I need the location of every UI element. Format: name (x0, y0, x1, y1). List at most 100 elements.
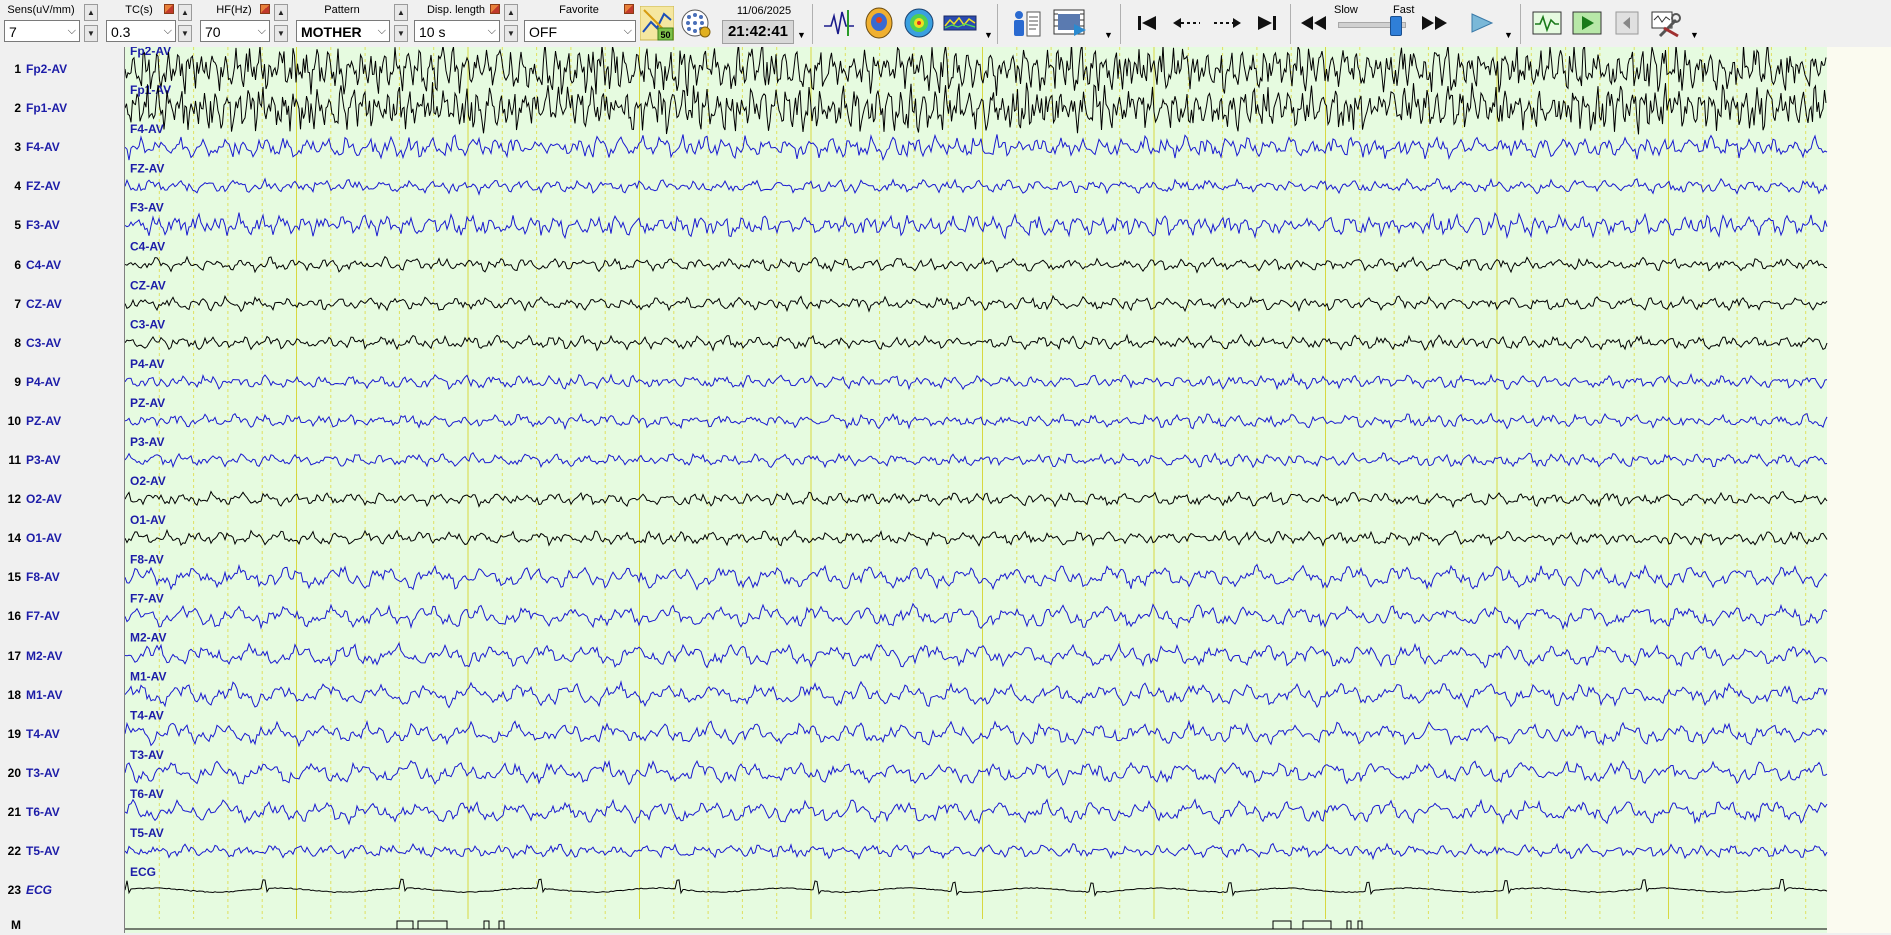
display-length-spinner[interactable]: ▲ ▼ (504, 4, 518, 42)
patient-info-icon (1014, 11, 1041, 37)
edit-icon[interactable] (490, 4, 500, 14)
channel-row[interactable]: 5 F3-AV (0, 215, 124, 235)
channel-name: F4-AV (26, 140, 60, 155)
chevron-down-icon[interactable]: ▼ (797, 30, 806, 40)
toolbar-separator (997, 4, 998, 44)
channel-row[interactable]: 22 T5-AV (0, 841, 124, 861)
patient-info-button[interactable] (1008, 6, 1041, 40)
head-map-button[interactable] (862, 6, 894, 40)
skip-to-start-button[interactable] (1130, 6, 1162, 40)
channel-number: 12 (7, 492, 21, 507)
chevron-down-icon[interactable]: ▼ (1104, 30, 1113, 40)
channel-row[interactable]: 2 Fp1-AV (0, 98, 124, 118)
video-button[interactable] (1052, 6, 1092, 40)
display-length-select[interactable]: 10 s ⌵ (414, 20, 500, 42)
play-button[interactable] (1464, 6, 1496, 40)
spin-down-icon[interactable]: ▼ (504, 25, 518, 42)
chevron-down-icon[interactable]: ▼ (1504, 30, 1513, 40)
notch-filter-button[interactable]: 50 (639, 5, 675, 41)
favorite-label: Favorite (559, 4, 599, 16)
edit-icon[interactable] (624, 4, 634, 14)
fast-forward-button[interactable] (1418, 6, 1450, 40)
toolbar-separator (1520, 4, 1521, 44)
trace-channel-label: ECG (130, 865, 156, 879)
channel-row[interactable]: 1 Fp2-AV (0, 59, 124, 79)
speed-fast-label: Fast (1393, 4, 1415, 16)
channel-number: 4 (14, 179, 21, 194)
sensitivity-control: Sens(uV/mm) 7 ⌵ ▲ ▼ (0, 0, 100, 47)
high-filter-spinner[interactable]: ▲ ▼ (274, 4, 288, 42)
chevron-down-icon[interactable]: ▼ (984, 30, 993, 40)
channel-row[interactable]: 7 CZ-AV (0, 294, 124, 314)
spin-down-icon[interactable]: ▼ (84, 25, 98, 42)
channel-row[interactable]: 19 T4-AV (0, 724, 124, 744)
marker-label: M (11, 918, 21, 932)
time-constant-spinner[interactable]: ▲ ▼ (178, 4, 192, 42)
sensitivity-label: Sens(uV/mm) (7, 4, 75, 16)
favorite-select[interactable]: OFF ⌵ (524, 20, 636, 42)
eeg-trace-area[interactable]: Fp2-AV Fp1-AV F4-AV FZ-AV F3-AV C4-AV CZ-AV C3-… (125, 47, 1891, 933)
channel-number: 3 (14, 140, 21, 155)
spin-down-icon[interactable]: ▼ (274, 25, 288, 42)
pattern-value: MOTHER (301, 24, 362, 40)
time-constant-value: 0.3 (111, 24, 131, 40)
channel-row[interactable]: 14 O1-AV (0, 528, 124, 548)
sensitivity-select[interactable]: 7 ⌵ (4, 20, 80, 42)
skip-to-end-button[interactable] (1250, 6, 1282, 40)
topographic-map-button[interactable] (902, 6, 934, 40)
channel-name: T6-AV (26, 804, 60, 819)
speed-slider-thumb[interactable] (1390, 16, 1402, 36)
channel-row[interactable]: 18 M1-AV (0, 685, 124, 705)
channel-row[interactable]: 8 C3-AV (0, 333, 124, 353)
spin-down-icon[interactable]: ▼ (178, 25, 192, 42)
pattern-select[interactable]: MOTHER ⌵ (296, 20, 390, 42)
channel-row[interactable]: 15 F8-AV (0, 567, 124, 587)
page-back-button[interactable] (1170, 6, 1202, 40)
channel-row[interactable]: 17 M2-AV (0, 646, 124, 666)
review-button[interactable] (1570, 6, 1602, 40)
channel-row[interactable]: 10 PZ-AV (0, 411, 124, 431)
channel-row[interactable]: 12 O2-AV (0, 489, 124, 509)
spectrum-button[interactable] (942, 6, 982, 40)
skip-to-end-icon (1258, 16, 1276, 30)
spin-up-icon[interactable]: ▲ (394, 4, 408, 21)
toolbar: Sens(uV/mm) 7 ⌵ ▲ ▼ TC(s) 0.3 ⌵ ▲ ▼ HF(H… (0, 0, 1891, 48)
channel-row[interactable]: 4 FZ-AV (0, 176, 124, 196)
page-forward-button[interactable] (1210, 6, 1242, 40)
spin-up-icon[interactable]: ▲ (84, 4, 98, 21)
trace-channel-label: FZ-AV (130, 161, 164, 175)
electrode-montage-button[interactable] (680, 6, 712, 40)
spin-up-icon[interactable]: ▲ (274, 4, 288, 21)
sensitivity-spinner[interactable]: ▲ ▼ (84, 4, 98, 42)
hide-panel-button[interactable] (1610, 6, 1642, 40)
edit-icon[interactable] (164, 4, 174, 14)
pattern-spinner[interactable]: ▲ ▼ (394, 4, 408, 42)
channel-number: 16 (7, 609, 21, 624)
time-constant-select[interactable]: 0.3 ⌵ (106, 20, 176, 42)
toolbar-separator (812, 4, 813, 44)
channel-row[interactable]: 11 P3-AV (0, 450, 124, 470)
waveform-marker-button[interactable] (822, 6, 854, 40)
channel-row[interactable]: 3 F4-AV (0, 137, 124, 157)
channel-row[interactable]: 9 P4-AV (0, 372, 124, 392)
channel-number: 22 (7, 844, 21, 858)
channel-row[interactable]: 6 C4-AV (0, 255, 124, 275)
high-filter-select[interactable]: 70 ⌵ (200, 20, 270, 42)
tools-button[interactable] (1648, 6, 1681, 40)
edit-icon[interactable] (260, 4, 270, 14)
spin-down-icon[interactable]: ▼ (394, 25, 408, 42)
channel-number: 5 (14, 218, 21, 233)
time-constant-control: TC(s) 0.3 ⌵ ▲ ▼ (102, 0, 194, 47)
trend-view-button[interactable] (1530, 6, 1562, 40)
channel-name: O1-AV (26, 531, 62, 546)
channel-row[interactable]: 16 F7-AV (0, 606, 124, 626)
chevron-down-icon[interactable]: ▼ (1690, 30, 1699, 40)
channel-row[interactable]: 20 T3-AV (0, 763, 124, 783)
channel-number: 2 (14, 101, 21, 116)
spin-up-icon[interactable]: ▲ (178, 4, 192, 21)
fast-rewind-button[interactable] (1296, 6, 1328, 40)
review-icon (1572, 11, 1602, 35)
spin-up-icon[interactable]: ▲ (504, 4, 518, 21)
channel-row[interactable]: 23 ECG (0, 880, 124, 900)
channel-row[interactable]: 21 T6-AV (0, 802, 124, 822)
